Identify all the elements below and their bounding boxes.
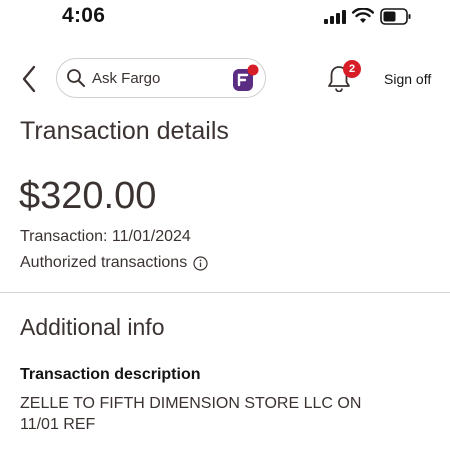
search-icon xyxy=(67,69,85,87)
status-time: 4:06 xyxy=(62,4,106,27)
wifi-icon xyxy=(352,8,374,23)
transaction-amount: $320.00 xyxy=(19,175,157,217)
top-nav: Ask Fargo 2 Sign off xyxy=(0,52,450,106)
battery-icon xyxy=(380,8,411,25)
fargo-logo-icon[interactable] xyxy=(230,63,260,93)
info-icon[interactable] xyxy=(193,255,208,271)
sign-off-link[interactable]: Sign off xyxy=(384,71,431,87)
search-placeholder: Ask Fargo xyxy=(92,69,161,87)
back-chevron-icon xyxy=(22,65,36,93)
notification-badge: 2 xyxy=(343,60,361,78)
page-title: Transaction details xyxy=(20,117,229,145)
transaction-date: Transaction: 11/01/2024 xyxy=(20,228,191,245)
signal-icon xyxy=(324,10,346,24)
authorized-transactions-label: Authorized transactions xyxy=(20,254,188,271)
status-bar: 4:06 xyxy=(0,0,450,34)
transaction-description-value: ZELLE TO FIFTH DIMENSION STORE LLC ON 11… xyxy=(20,395,362,433)
section-divider xyxy=(0,292,450,293)
back-button[interactable] xyxy=(14,62,44,96)
transaction-description-label: Transaction description xyxy=(20,366,201,383)
additional-info-heading: Additional info xyxy=(20,314,165,340)
search-field[interactable]: Ask Fargo xyxy=(56,58,266,98)
authorized-transactions-link[interactable]: Authorized transactions xyxy=(20,254,208,272)
